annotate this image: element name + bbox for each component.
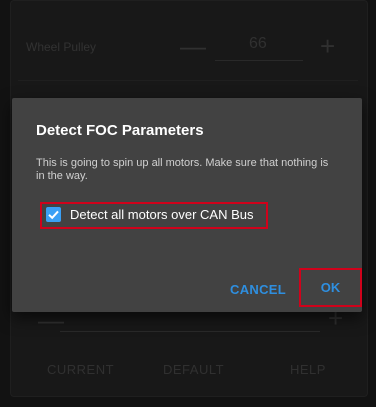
detect-can-label[interactable]: Detect all motors over CAN Bus bbox=[70, 207, 254, 222]
check-icon bbox=[48, 210, 59, 220]
dialog-message: This is going to spin up all motors. Mak… bbox=[36, 157, 329, 182]
ok-button[interactable]: OK bbox=[299, 268, 362, 307]
cancel-button[interactable]: CANCEL bbox=[230, 282, 286, 297]
detect-can-checkbox[interactable] bbox=[46, 207, 61, 222]
ok-button-label: OK bbox=[320, 280, 341, 295]
dialog-title: Detect FOC Parameters bbox=[36, 122, 204, 139]
